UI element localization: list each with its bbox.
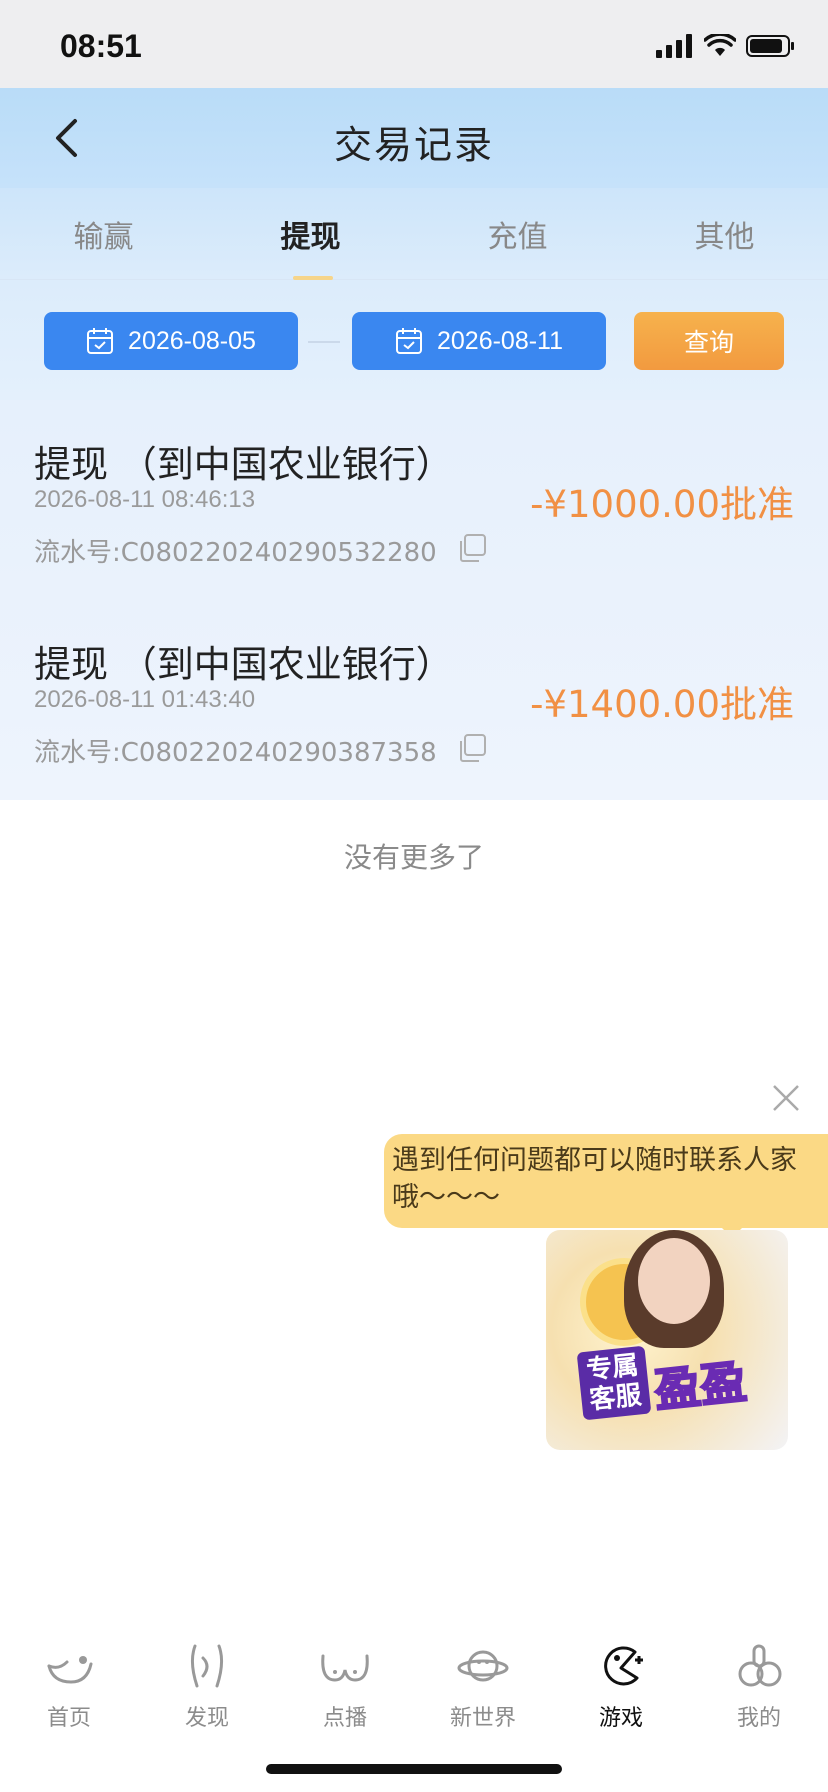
record-time: 2026-08-11 01:43:40 [34, 686, 256, 713]
planet-icon [457, 1650, 509, 1682]
tab-withdraw[interactable]: 提现 [207, 212, 414, 256]
page-title: 交易记录 [333, 123, 494, 167]
status-icons [656, 34, 796, 58]
record-time: 2026-08-11 08:46:13 [34, 486, 256, 513]
end-date-label: 2026-08-11 [436, 326, 564, 355]
battery-icon [746, 35, 794, 57]
status-bar: 08:51 [0, 0, 828, 88]
customer-service-badge: 专属客服 盈盈 [576, 1342, 780, 1424]
record-amount: -¥1400.00批准 [530, 683, 794, 726]
nav-on-demand[interactable]: 点播 [276, 1642, 414, 1732]
nav-on-demand-label: 点播 [322, 1706, 367, 1731]
signal-icon [656, 34, 692, 58]
nav-game-label: 游戏 [598, 1706, 643, 1731]
profile-icon [738, 1644, 782, 1687]
date-filter-bar: 2026-08-05 2026-08-11 查询 [0, 280, 828, 400]
start-date-label: 2026-08-05 [128, 326, 256, 355]
calendar-icon [87, 328, 114, 354]
nav-discover-label: 发现 [184, 1706, 229, 1731]
tab-other[interactable]: 其他 [621, 212, 828, 256]
copy-icon[interactable] [456, 732, 488, 764]
customer-service-bubble[interactable]: 遇到任何问题都可以随时联系人家哦～～～ [384, 1134, 828, 1228]
record-serial: 流水号:C080220240290532280 [34, 538, 437, 568]
badge-small-text: 专属客服 [576, 1345, 652, 1421]
record-serial: 流水号:C080220240290387358 [34, 738, 437, 768]
tab-win-loss[interactable]: 输赢 [0, 212, 207, 256]
end-date-button[interactable]: 2026-08-11 [352, 312, 606, 370]
on-demand-icon [321, 1654, 369, 1682]
tab-recharge[interactable]: 充值 [414, 212, 621, 256]
nav-home[interactable]: 首页 [0, 1642, 138, 1732]
nav-new-world-label: 新世界 [449, 1706, 516, 1731]
close-icon[interactable] [770, 1082, 802, 1114]
badge-big-text: 盈盈 [651, 1353, 750, 1418]
home-indicator [266, 1764, 562, 1774]
copy-icon[interactable] [456, 532, 488, 564]
avatar-face [638, 1238, 710, 1324]
tab-bar: 输赢 提现 充值 其他 [0, 188, 828, 280]
record-title: 提现 （到中国农业银行） [34, 643, 453, 686]
wifi-icon [704, 34, 736, 56]
nav-profile-label: 我的 [736, 1706, 781, 1731]
record-amount: -¥1000.00批准 [530, 483, 794, 526]
nav-game[interactable]: 游戏 [552, 1642, 690, 1732]
customer-service-avatar[interactable]: 专属客服 盈盈 [546, 1230, 788, 1450]
nav-home-label: 首页 [46, 1706, 91, 1731]
record-title: 提现 （到中国农业银行） [34, 443, 453, 486]
record-list: 提现 （到中国农业银行） 2026-08-11 08:46:13 流水号:C08… [0, 400, 828, 800]
nav-new-world[interactable]: 新世界 [414, 1642, 552, 1732]
game-icon [604, 1646, 643, 1686]
nav-header: 交易记录 [0, 88, 828, 188]
list-end-text: 没有更多了 [343, 841, 484, 874]
home-icon [47, 1656, 93, 1684]
discover-icon [190, 1644, 224, 1688]
query-button[interactable]: 查询 [634, 312, 784, 370]
calendar-icon [395, 328, 422, 354]
date-separator [308, 341, 340, 343]
status-time: 08:51 [60, 28, 142, 64]
nav-discover[interactable]: 发现 [138, 1642, 276, 1732]
list-item[interactable]: 提现 （到中国农业银行） 2026-08-11 08:46:13 流水号:C08… [0, 400, 828, 600]
start-date-button[interactable]: 2026-08-05 [44, 312, 298, 370]
list-item[interactable]: 提现 （到中国农业银行） 2026-08-11 01:43:40 流水号:C08… [0, 600, 828, 800]
nav-profile[interactable]: 我的 [690, 1642, 828, 1732]
